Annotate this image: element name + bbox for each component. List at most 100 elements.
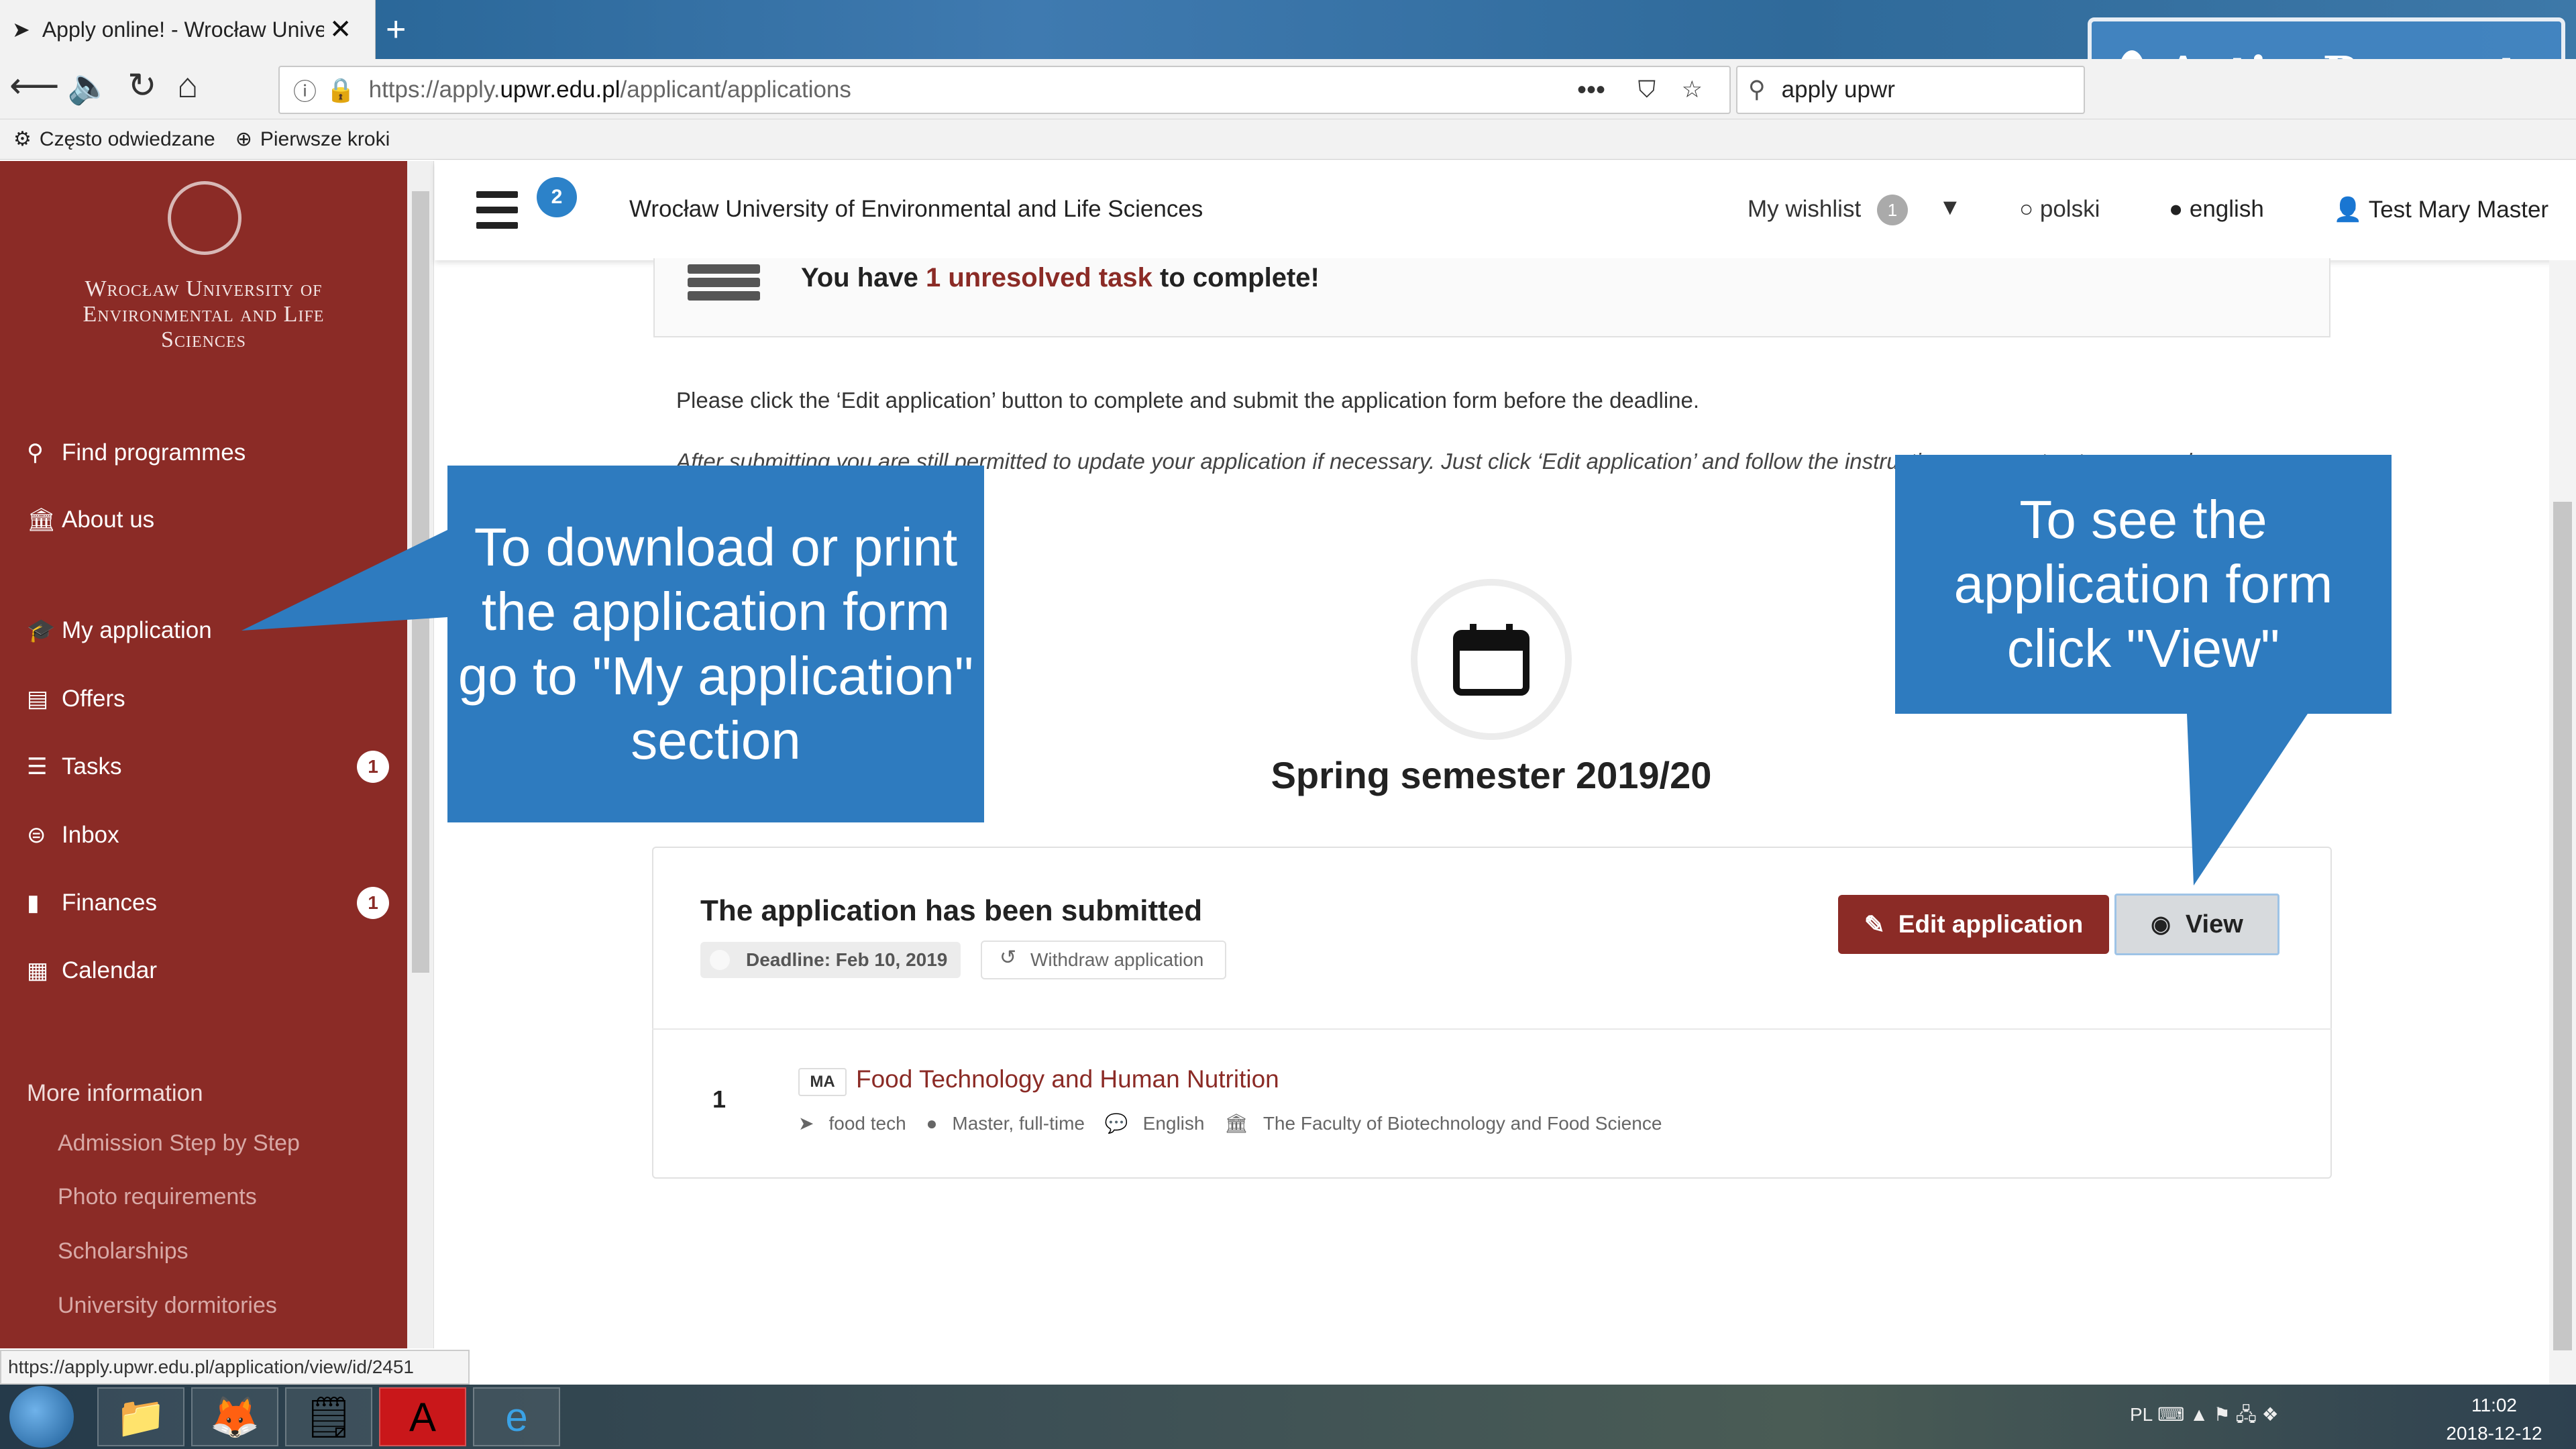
link-photo-requirements[interactable]: Photo requirements <box>58 1184 257 1210</box>
eye-icon: ◉ <box>2151 912 2171 937</box>
close-tab-icon[interactable]: ✕ <box>329 14 352 45</box>
back-icon[interactable]: ⟵ <box>9 66 60 106</box>
chevron-up-icon[interactable]: ▲ <box>2190 1404 2208 1425</box>
address-bar[interactable]: ⓘ 🔒 https://apply.upwr.edu.pl/applicant/… <box>278 66 1731 114</box>
info-icon[interactable]: ⓘ <box>293 73 317 107</box>
dropbox-icon[interactable]: ❖ <box>2262 1404 2279 1425</box>
language-english[interactable]: ● english <box>2169 196 2264 223</box>
gear-icon: ⚙ <box>13 128 32 150</box>
main-scroll-thumb[interactable] <box>2553 502 2572 1350</box>
pocket-icon[interactable]: ⛉ <box>1638 76 1656 103</box>
firefox-icon[interactable]: 🦊 <box>191 1387 278 1446</box>
bookmark-frequent[interactable]: Często odwiedzane <box>40 128 215 151</box>
pencil-icon: ✎ <box>1864 910 1885 938</box>
tasks-icon <box>688 264 760 306</box>
sidebar-item-about-us[interactable]: 🏛 About us <box>27 500 389 540</box>
flag-icon[interactable]: ⚑ <box>2214 1404 2231 1425</box>
language-label: english <box>2189 196 2264 222</box>
internet-explorer-icon[interactable]: e <box>473 1387 560 1446</box>
input-language[interactable]: PL <box>2130 1404 2152 1425</box>
institution-icon: 🏛 <box>27 507 56 533</box>
sidebar-item-label: Calendar <box>62 957 158 983</box>
radio-empty-icon: ○ <box>2019 196 2034 222</box>
sidebar-item-calendar[interactable]: ▦ Calendar <box>27 951 389 991</box>
speech-bubble-icon: 💬 <box>1104 1113 1128 1134</box>
sticky-notes-icon[interactable]: 🗒 <box>285 1387 372 1446</box>
sidebar-item-my-application[interactable]: 🎓 My application <box>27 610 389 651</box>
sidebar-item-label: About us <box>62 506 155 533</box>
programme-link[interactable]: Food Technology and Human Nutrition <box>856 1065 1279 1093</box>
search-icon: ⚲ <box>27 440 44 466</box>
instruction-text: Please click the ‘Edit application’ butt… <box>676 388 1700 413</box>
url-text: https://apply.upwr.edu.pl/applicant/appl… <box>368 76 851 103</box>
sidebar-item-inbox[interactable]: ⊜ Inbox <box>27 815 389 855</box>
university-name: Wrocław University of Environmental and … <box>83 276 325 352</box>
callout-my-application: To download or print the application for… <box>447 466 984 822</box>
acrobat-icon[interactable]: A <box>379 1387 466 1446</box>
network-icon[interactable]: 🖧 <box>2236 1404 2257 1425</box>
link-dormitories[interactable]: University dormitories <box>58 1293 277 1319</box>
lock-icon: 🔒 <box>326 76 356 103</box>
callout-view: To see the application form click "View" <box>1895 455 2392 714</box>
application-status: The application has been submitted <box>700 894 1203 927</box>
clock-date: 2018-12-12 <box>2446 1423 2542 1444</box>
programme-faculty: The Faculty of Biotechnology and Food Sc… <box>1263 1113 1662 1134</box>
reload-icon[interactable]: ↻ <box>127 66 157 106</box>
programme-mode: Master, full-time <box>952 1113 1085 1134</box>
sidebar-item-label: Offers <box>62 686 125 712</box>
browser-tab-active[interactable]: ➤ Apply online! - Wrocław Univer ✕ <box>0 0 376 59</box>
more-information-heading: More information <box>27 1080 203 1106</box>
view-button[interactable]: ◉ View <box>2114 894 2279 955</box>
bookmark-star-icon[interactable]: ☆ <box>1682 76 1703 103</box>
search-box[interactable]: ⚲ apply upwr <box>1736 66 2085 114</box>
speaker-icon[interactable]: 🔈 <box>67 66 111 107</box>
language-polski[interactable]: ○ polski <box>2019 196 2100 223</box>
programme-language: English <box>1142 1113 1205 1134</box>
home-icon[interactable]: ⌂ <box>177 66 198 106</box>
semester-title: Spring semester 2019/20 <box>1271 754 1712 796</box>
unresolved-task-link[interactable]: 1 unresolved task <box>926 263 1152 292</box>
status-url: https://apply.upwr.edu.pl/application/vi… <box>0 1350 470 1385</box>
sidebar-scroll-thumb[interactable] <box>412 191 429 973</box>
link-scholarships[interactable]: Scholarships <box>58 1238 189 1265</box>
programme-index: 1 <box>712 1085 727 1113</box>
hamburger-menu-icon[interactable] <box>476 191 518 229</box>
sidebar-item-offers[interactable]: ▤ Offers <box>27 679 389 719</box>
search-icon: ⚲ <box>1748 76 1766 103</box>
radio-filled-icon: ● <box>2169 196 2184 222</box>
keyboard-icon[interactable]: ⌨ <box>2157 1404 2184 1425</box>
clock-time: 11:02 <box>2471 1395 2517 1415</box>
system-tray: PL ⌨ ▲ ⚑ 🖧 ❖ <box>2130 1401 2279 1433</box>
sidebar-item-finances[interactable]: ▮ Finances 1 <box>27 883 389 923</box>
edit-label: Edit application <box>1898 910 2084 938</box>
search-input[interactable]: apply upwr <box>1782 76 1895 103</box>
clock-icon <box>710 950 730 970</box>
programme-meta: ➤ food tech ● Master, full-time 💬 English 🏛… <box>798 1112 1676 1134</box>
new-tab-icon[interactable]: + <box>386 9 406 50</box>
edit-application-button[interactable]: ✎ Edit application <box>1838 895 2109 954</box>
graduation-cap-icon: 🎓 <box>27 618 56 643</box>
dot-icon: ● <box>926 1113 938 1134</box>
withdraw-application-button[interactable]: Withdraw application <box>981 941 1226 979</box>
finances-badge: 1 <box>357 887 389 919</box>
sidebar-item-find-programmes[interactable]: ⚲ Find programmes <box>27 433 389 473</box>
calendar-icon <box>1411 579 1572 740</box>
wishlist-link[interactable]: My wishlist <box>1748 196 1861 223</box>
more-actions-icon[interactable]: ••• <box>1577 75 1605 105</box>
link-admission-steps[interactable]: Admission Step by Step <box>58 1130 300 1157</box>
taskbar-clock[interactable]: 11:02 2018-12-12 <box>2427 1391 2561 1448</box>
start-button-icon[interactable] <box>9 1386 74 1448</box>
bookmark-first-steps[interactable]: Pierwsze kroki <box>260 128 390 151</box>
language-label: polski <box>2039 196 2100 222</box>
view-label: View <box>2185 910 2243 938</box>
user-name: Test Mary Master <box>2368 197 2549 223</box>
send-icon: ➤ <box>798 1113 814 1134</box>
file-explorer-icon[interactable]: 📁 <box>97 1387 184 1446</box>
sidebar-item-tasks[interactable]: ☰ Tasks 1 <box>27 747 389 787</box>
send-icon: ➤ <box>12 17 30 42</box>
withdraw-label: Withdraw application <box>1030 949 1204 970</box>
wishlist-count-badge: 1 <box>1877 195 1908 225</box>
chevron-down-icon[interactable]: ▼ <box>1939 195 1962 221</box>
user-menu[interactable]: 👤 Test Mary Master <box>2333 196 2548 223</box>
document-icon: ▤ <box>27 686 49 712</box>
